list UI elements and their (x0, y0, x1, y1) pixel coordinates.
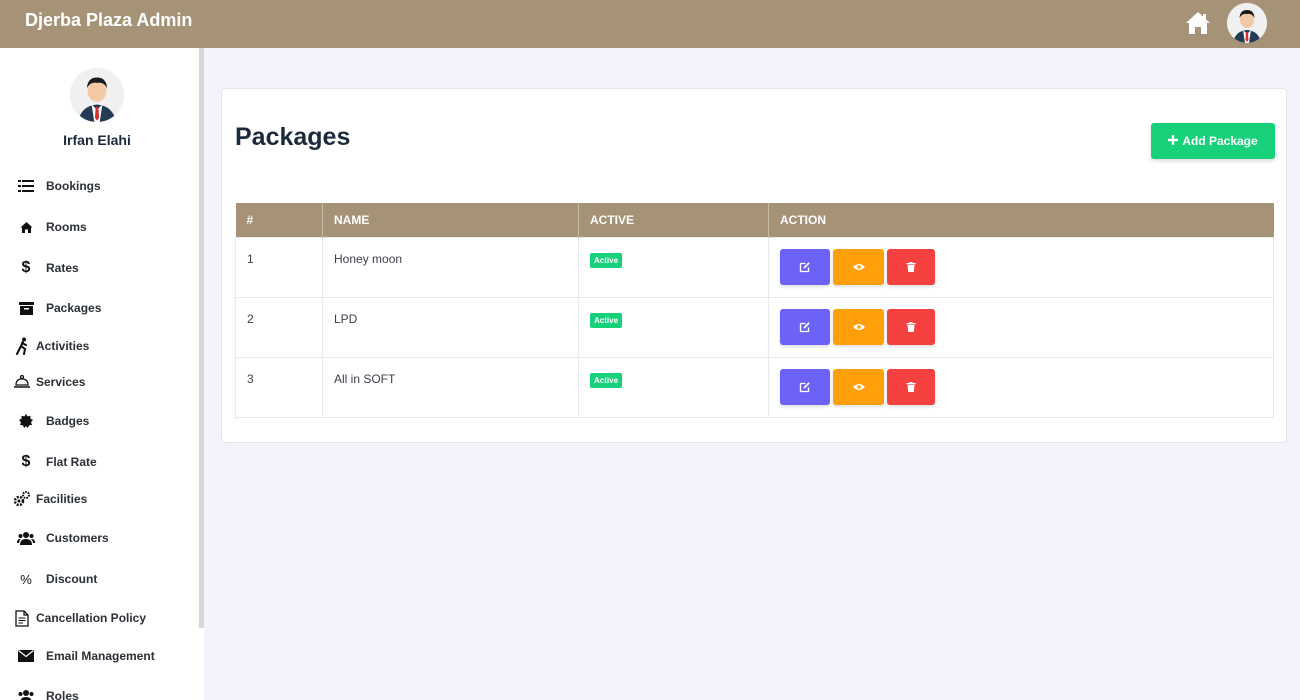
sidebar-scrollbar[interactable] (199, 48, 204, 628)
sidebar-item-rates[interactable]: $ Rates (0, 254, 196, 284)
home-icon[interactable] (1184, 10, 1212, 36)
add-package-button[interactable]: Add Package (1151, 123, 1275, 159)
document-icon (12, 608, 32, 628)
sidebar-item-label: Email Management (46, 649, 155, 663)
sidebar-item-label: Activities (36, 339, 90, 353)
package-name: All in SOFT (322, 356, 579, 418)
users-icon (16, 528, 36, 548)
row-number: 2 (235, 296, 323, 358)
sidebar-item-label: Facilities (36, 492, 88, 506)
edit-button[interactable] (780, 248, 830, 285)
status-badge: Active (590, 312, 623, 328)
sidebar-item-rooms[interactable]: Rooms (0, 213, 196, 243)
status-badge: Active (590, 372, 623, 388)
edit-icon (799, 381, 810, 392)
envelope-icon (16, 646, 36, 666)
top-bar: Djerba Plaza Admin (0, 0, 1300, 48)
table-row: 1 Honey moon Active (235, 236, 1274, 298)
trash-icon (906, 321, 916, 332)
edit-button[interactable] (780, 368, 830, 405)
actions-cell (768, 236, 1274, 298)
package-name: Honey moon (322, 236, 579, 298)
trash-icon (906, 261, 916, 272)
sidebar: Irfan Elahi Bookings Rooms $ Rates Packa… (0, 48, 204, 700)
column-header-name: NAME (322, 203, 579, 237)
table-row: 2 LPD Active (235, 296, 1274, 358)
delete-button[interactable] (887, 368, 935, 405)
home-icon (16, 217, 36, 237)
sidebar-item-badges[interactable]: Badges (0, 407, 196, 437)
dollar-icon: $ (21, 259, 31, 276)
sidebar-item-label: Cancellation Policy (36, 611, 147, 625)
sidebar-item-email-management[interactable]: Email Management (0, 642, 196, 672)
sidebar-item-flat-rate[interactable]: $ Flat Rate (0, 448, 196, 478)
column-header-action: ACTION (768, 203, 1274, 237)
actions-cell (768, 296, 1274, 358)
row-number: 1 (235, 236, 323, 298)
sidebar-item-label: Services (36, 375, 86, 389)
view-button[interactable] (833, 368, 884, 405)
badge-icon (16, 411, 36, 431)
status-badge: Active (590, 252, 623, 268)
delete-button[interactable] (887, 308, 935, 345)
status-cell: Active (578, 356, 769, 418)
sidebar-item-label: Discount (46, 572, 98, 586)
table-row: 3 All in SOFT Active (235, 356, 1274, 418)
sidebar-item-packages[interactable]: Packages (0, 294, 196, 324)
sidebar-item-label: Bookings (46, 179, 101, 193)
sidebar-item-label: Badges (46, 414, 90, 428)
sidebar-item-roles[interactable]: Roles (0, 682, 196, 700)
sidebar-item-label: Roles (46, 689, 79, 700)
sidebar-item-label: Customers (46, 531, 109, 545)
user-avatar[interactable] (1227, 3, 1267, 43)
view-button[interactable] (833, 308, 884, 345)
sidebar-item-discount[interactable]: % Discount (0, 565, 196, 595)
packages-table: # NAME ACTIVE ACTION 1 Honey moon Active… (235, 203, 1274, 418)
row-number: 3 (235, 356, 323, 418)
page-title: Packages (235, 123, 351, 151)
edit-button[interactable] (780, 308, 830, 345)
add-package-label: Add Package (1182, 134, 1258, 148)
view-button[interactable] (833, 248, 884, 285)
plus-icon (1168, 134, 1179, 148)
trash-icon (906, 381, 916, 392)
edit-icon (799, 261, 810, 272)
list-icon (16, 176, 36, 196)
package-name: LPD (322, 296, 579, 358)
sidebar-item-customers[interactable]: Customers (0, 524, 196, 554)
sidebar-user-name: Irfan Elahi (63, 132, 131, 148)
sidebar-item-cancellation-policy[interactable]: Cancellation Policy (0, 604, 196, 634)
sidebar-item-label: Rooms (46, 220, 87, 234)
sidebar-item-services[interactable]: Services (0, 368, 196, 398)
sidebar-item-bookings[interactable]: Bookings (0, 172, 196, 202)
archive-icon (16, 298, 36, 318)
cogs-icon (12, 489, 32, 509)
app-title: Djerba Plaza Admin (25, 10, 193, 30)
running-icon (12, 336, 32, 356)
table-header-row: # NAME ACTIVE ACTION (235, 203, 1274, 237)
delete-button[interactable] (887, 248, 935, 285)
sidebar-item-activities[interactable]: Activities (0, 332, 196, 362)
sidebar-item-label: Rates (46, 261, 79, 275)
users-icon (16, 686, 36, 700)
eye-icon (852, 263, 865, 270)
column-header-active: ACTIVE (578, 203, 769, 237)
edit-icon (799, 321, 810, 332)
packages-card: Packages Add Package # NAME ACTIVE ACTIO… (221, 88, 1287, 443)
eye-icon (852, 383, 865, 390)
actions-cell (768, 356, 1274, 418)
service-bell-icon (12, 372, 32, 392)
status-cell: Active (578, 296, 769, 358)
sidebar-item-label: Flat Rate (46, 455, 97, 469)
sidebar-item-label: Packages (46, 301, 102, 315)
sidebar-item-facilities[interactable]: Facilities (0, 485, 196, 515)
percent-icon: % (20, 571, 32, 587)
dollar-icon: $ (21, 453, 31, 470)
status-cell: Active (578, 236, 769, 298)
sidebar-avatar (70, 68, 124, 122)
eye-icon (852, 323, 865, 330)
column-header-number: # (235, 203, 323, 237)
